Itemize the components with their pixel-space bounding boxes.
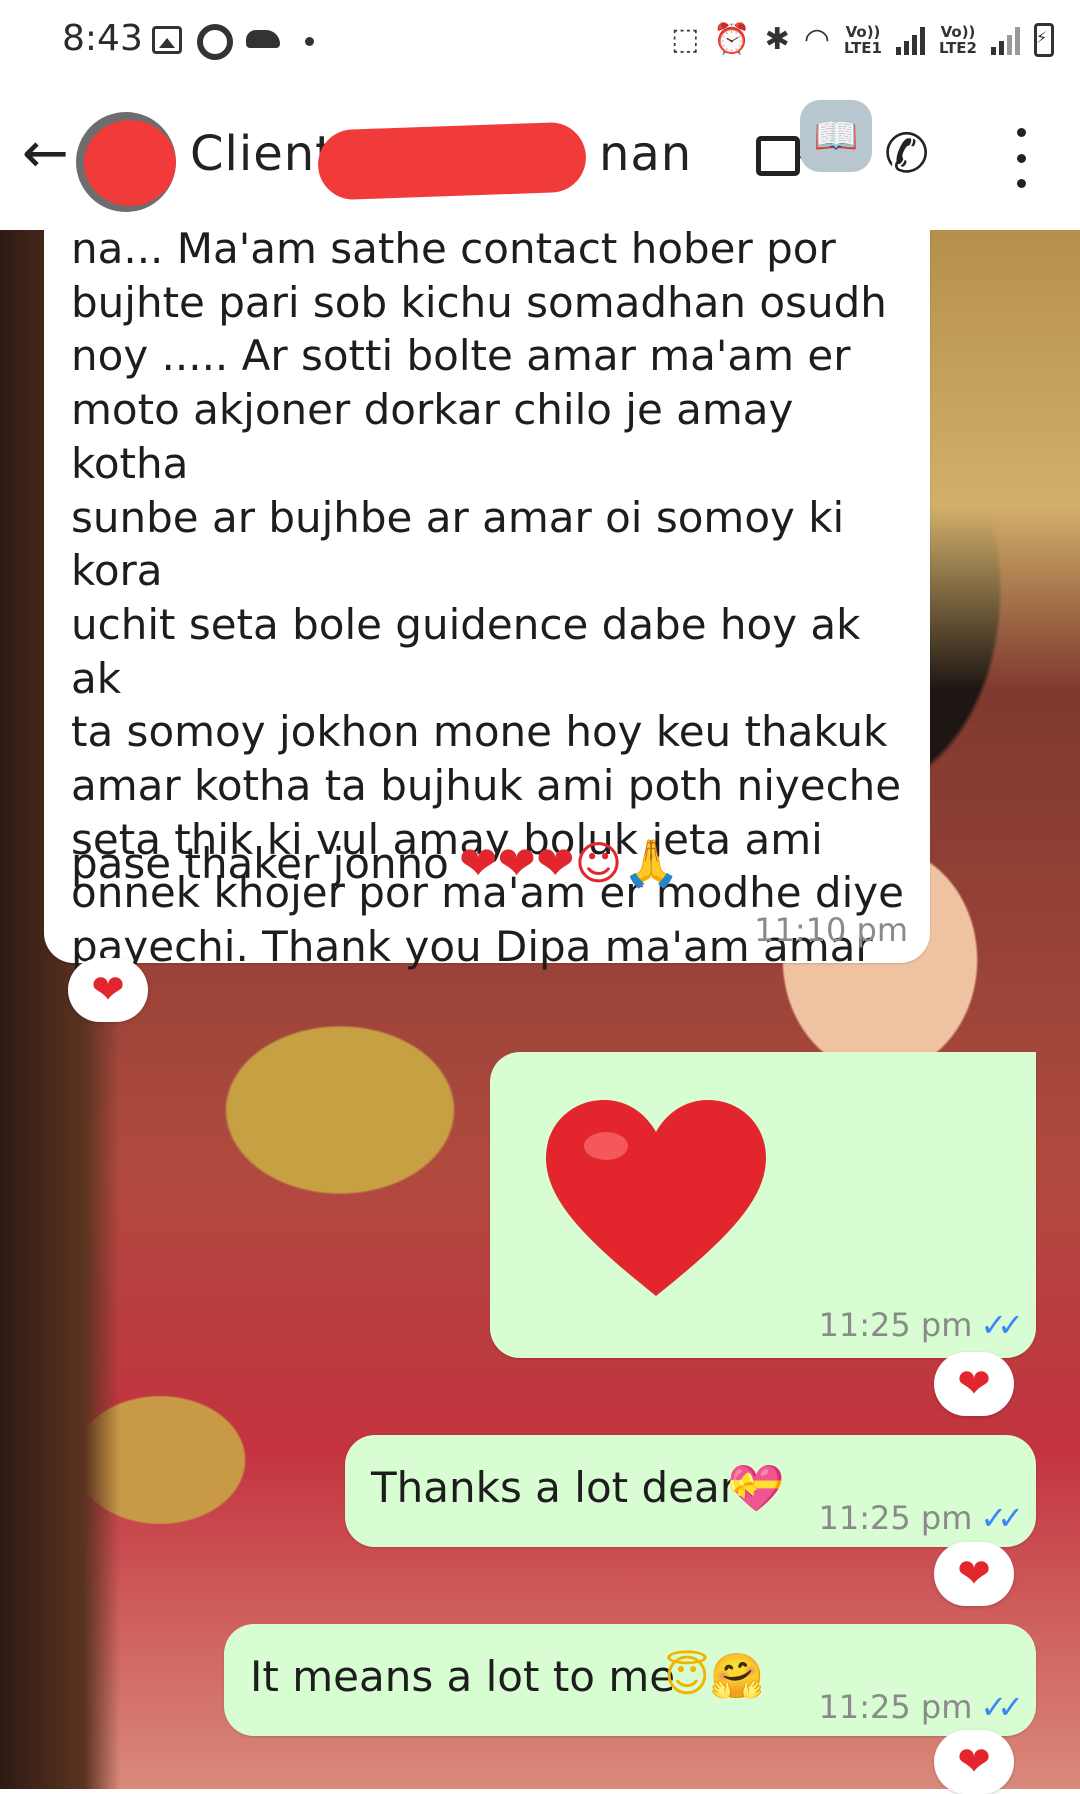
message-time: 11:25 pm [818, 1688, 973, 1726]
reaction-heart-icon[interactable]: ❤ [934, 1352, 1014, 1416]
reaction-heart-glyph: ❤ [957, 1551, 991, 1597]
sim1-volte-label: Vo)) LTE1 [844, 23, 882, 57]
message-time: 11:25 pm [818, 1499, 973, 1537]
outgoing-message-bubble[interactable]: Thanks a lot dear 💝 11:25 pm ✓✓ [345, 1435, 1036, 1547]
contact-avatar[interactable] [76, 112, 176, 212]
message-timestamp: 11:10 pm [754, 911, 908, 949]
status-icons: ⬚ ⏰ ✱ ◠ Vo)) LTE1 Vo)) LTE2 [671, 22, 1054, 58]
redaction-mark [316, 121, 588, 201]
more-notifications-dot-icon [305, 37, 314, 46]
wifi-icon: ◠ [803, 22, 830, 57]
sim2-signal-icon [991, 25, 1020, 55]
battery-charging-icon [1034, 23, 1054, 57]
ring-notification-icon [197, 24, 233, 60]
message-text: It means a lot to me [250, 1652, 676, 1701]
video-call-icon[interactable] [756, 136, 815, 176]
incoming-message-bubble[interactable]: na... Ma'am sathe contact hober por bujh… [44, 196, 930, 971]
message-text-end: pase thaker jonno [71, 838, 449, 888]
status-bar: 8:43 ⬚ ⏰ ✱ ◠ Vo)) LTE1 Vo)) LTE2 [0, 0, 1080, 84]
heart-emoji-row: ❤❤❤☺🙏 [458, 835, 680, 890]
sim1-signal-icon [896, 25, 925, 55]
message-timestamp: 11:25 pm ✓✓ [818, 1499, 1024, 1537]
alarm-icon: ⏰ [713, 22, 751, 57]
back-arrow-icon[interactable]: ← [22, 124, 69, 184]
outgoing-message-bubble[interactable]: It means a lot to me 😇🤗 11:25 pm ✓✓ [224, 1624, 1036, 1736]
reaction-heart-icon[interactable]: ❤ [934, 1730, 1014, 1794]
sim2-volte-label: Vo)) LTE2 [939, 23, 977, 57]
message-timestamp: 11:25 pm ✓✓ [818, 1306, 1024, 1344]
read-ticks-icon: ✓✓ [980, 1688, 1024, 1726]
reaction-heart-glyph: ❤ [957, 1739, 991, 1785]
message-time: 11:25 pm [818, 1306, 973, 1344]
chat-header: ← Client nan 📖 ✆ [0, 84, 1080, 230]
contact-name-end: nan [598, 126, 693, 182]
bluetooth-icon: ✱ [764, 22, 790, 57]
book-icon[interactable]: 📖 [800, 100, 872, 172]
reaction-heart-icon[interactable]: ❤ [934, 1542, 1014, 1606]
read-ticks-icon: ✓✓ [980, 1306, 1024, 1344]
message-timestamp: 11:25 pm ✓✓ [818, 1688, 1024, 1726]
reaction-heart-glyph: ❤ [91, 967, 125, 1013]
message-last-line: pase thaker jonno ❤❤❤☺🙏 [71, 828, 680, 898]
cloud-icon [246, 30, 280, 48]
contact-name-start: Client [190, 126, 335, 182]
gift-heart-emoji: 💝 [727, 1461, 785, 1515]
more-options-icon[interactable] [1006, 128, 1036, 188]
read-ticks-icon: ✓✓ [980, 1499, 1024, 1537]
reaction-heart-glyph: ❤ [957, 1361, 991, 1407]
status-time: 8:43 [62, 18, 143, 59]
big-heart-emoji [546, 1100, 766, 1296]
nfc-lock-icon: ⬚ [670, 22, 700, 57]
gallery-notification-icon [152, 26, 182, 54]
message-text: Thanks a lot dear [371, 1463, 737, 1512]
reaction-heart-icon[interactable]: ❤ [68, 958, 148, 1022]
voice-call-icon[interactable]: ✆ [884, 124, 929, 184]
halo-hug-emoji: 😇🤗 [664, 1651, 765, 1702]
